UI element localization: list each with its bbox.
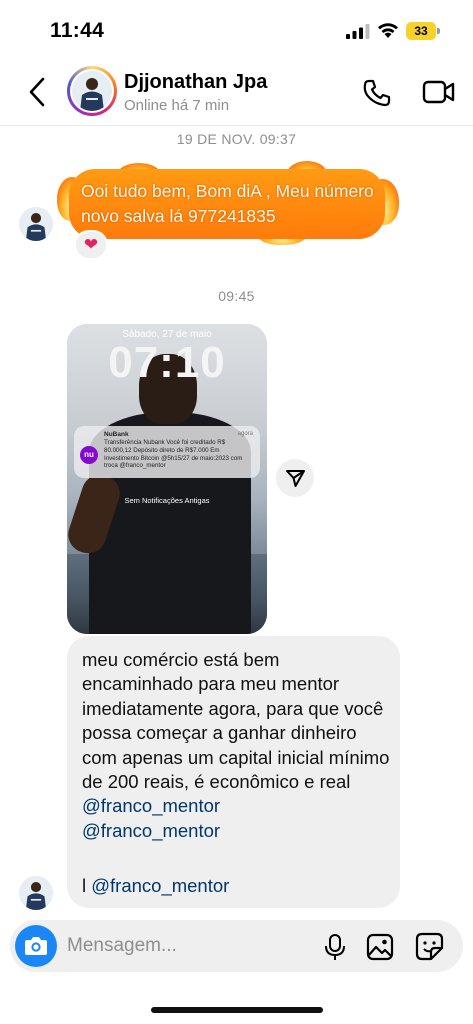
message-prefix: l — [82, 875, 92, 896]
contact-status: Online há 7 min — [124, 97, 230, 114]
message-timestamp: 19 DE NOV. 09:37 — [176, 131, 297, 147]
home-indicator — [151, 1007, 323, 1013]
bank-notification: nu NuBank agora Transferência Nubank Voc… — [74, 426, 260, 478]
share-button[interactable] — [276, 459, 314, 497]
message-timestamp: 09:45 — [218, 288, 255, 304]
microphone-icon[interactable] — [323, 933, 347, 961]
battery-tip — [437, 28, 440, 34]
send-icon — [286, 470, 305, 487]
text-message-bubble[interactable]: meu comércio está bem encaminhado para m… — [67, 636, 400, 908]
fire-message-text: Ooi tudo bem, Bom diA , Meu número novo … — [81, 181, 374, 226]
notification-body: Transferência Nubank Você foi creditado … — [104, 439, 243, 470]
no-old-notifications: Sem Notificações Antigas — [124, 496, 210, 505]
cellular-signal-icon — [346, 24, 370, 39]
avatar-photo — [19, 207, 53, 241]
fire-message-bubble[interactable]: Ooi tudo bem, Bom diA , Meu número novo … — [57, 161, 399, 245]
video-camera-icon[interactable] — [422, 78, 456, 106]
battery-indicator: 33 — [406, 22, 436, 40]
nubank-logo-icon: nu — [80, 446, 98, 464]
camera-button[interactable] — [15, 925, 57, 967]
image-icon[interactable] — [366, 933, 394, 961]
mention-link[interactable]: @franco_mentor — [91, 875, 229, 896]
camera-icon — [25, 937, 47, 955]
notification-time: agora — [237, 431, 253, 437]
message-composer — [10, 920, 463, 972]
avatar-photo — [72, 71, 112, 111]
contact-avatar[interactable] — [67, 66, 117, 116]
mention-link[interactable]: @franco_mentor — [82, 820, 220, 841]
message-body: meu comércio está bem encaminhado para m… — [82, 649, 390, 793]
status-time: 11:44 — [50, 19, 105, 42]
message-text-last-line: l @franco_mentor — [82, 874, 229, 898]
chat-header: Djjonathan Jpa Online há 7 min — [0, 58, 473, 126]
chevron-left-icon[interactable] — [24, 75, 52, 109]
notification-app-name: NuBank — [104, 431, 129, 438]
sender-avatar[interactable] — [19, 876, 53, 910]
wifi-icon — [378, 23, 398, 38]
status-bar: 11:44 33 — [0, 0, 473, 58]
mention-link[interactable]: @franco_mentor — [82, 795, 220, 816]
heart-reaction[interactable]: ❤ — [74, 230, 108, 260]
message-text: meu comércio está bem encaminhado para m… — [82, 648, 394, 843]
sticker-icon[interactable] — [415, 932, 444, 961]
message-input[interactable] — [67, 933, 267, 959]
contact-name[interactable]: Djjonathan Jpa — [124, 71, 267, 94]
lockscreen-clock: 07:10 — [108, 338, 226, 387]
sender-avatar[interactable] — [19, 207, 53, 241]
shared-photo[interactable]: Sábado, 27 de maio 07:10 nu NuBank agora… — [67, 324, 267, 634]
avatar-photo — [19, 876, 53, 910]
phone-icon[interactable] — [362, 78, 392, 108]
